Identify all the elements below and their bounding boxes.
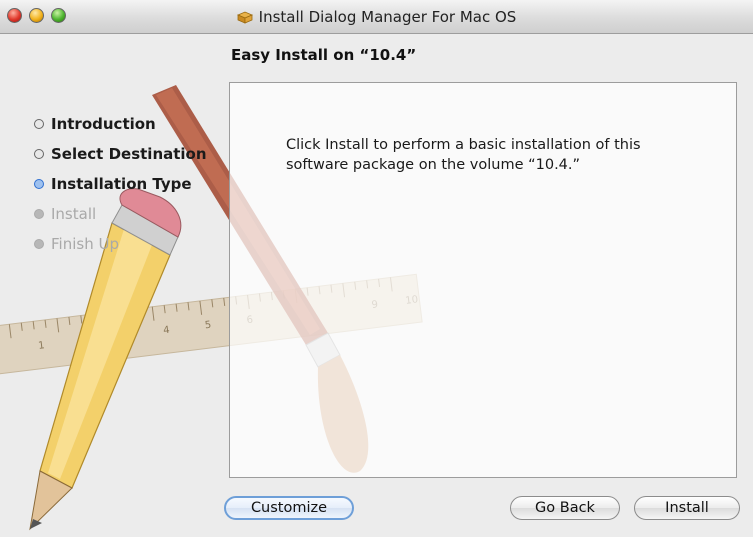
step-current-icon: [34, 179, 44, 189]
window-title: Install Dialog Manager For Mac OS: [258, 7, 517, 26]
install-description: Click Install to perform a basic install…: [286, 137, 641, 173]
step-introduction: Introduction: [34, 109, 207, 139]
step-finish-up: Finish Up: [34, 229, 207, 259]
step-pending-icon: [34, 209, 44, 219]
step-label: Installation Type: [51, 175, 192, 193]
window-title-area: Install Dialog Manager For Mac OS: [0, 0, 753, 33]
page-heading: Easy Install on “10.4”: [231, 46, 417, 64]
installer-steps: Introduction Select Destination Installa…: [34, 109, 207, 259]
go-back-button[interactable]: Go Back: [510, 496, 620, 520]
step-label: Finish Up: [51, 235, 119, 253]
content-panel: Click Install to perform a basic install…: [229, 82, 737, 478]
step-install: Install: [34, 199, 207, 229]
ruler-number: 1: [38, 340, 46, 352]
step-completed-icon: [34, 119, 44, 129]
step-select-destination: Select Destination: [34, 139, 207, 169]
ruler-number: 5: [204, 320, 212, 332]
install-button[interactable]: Install: [634, 496, 740, 520]
step-completed-icon: [34, 149, 44, 159]
step-pending-icon: [34, 239, 44, 249]
title-bar[interactable]: Install Dialog Manager For Mac OS: [0, 0, 753, 34]
step-label: Select Destination: [51, 145, 207, 163]
package-icon: [236, 11, 253, 24]
step-installation-type: Installation Type: [34, 169, 207, 199]
step-label: Install: [51, 205, 97, 223]
step-label: Introduction: [51, 115, 156, 133]
customize-button[interactable]: Customize: [224, 496, 354, 520]
installer-window: Install Dialog Manager For Mac OS 1 4 5 …: [0, 0, 753, 537]
ruler-number: 4: [163, 325, 171, 337]
